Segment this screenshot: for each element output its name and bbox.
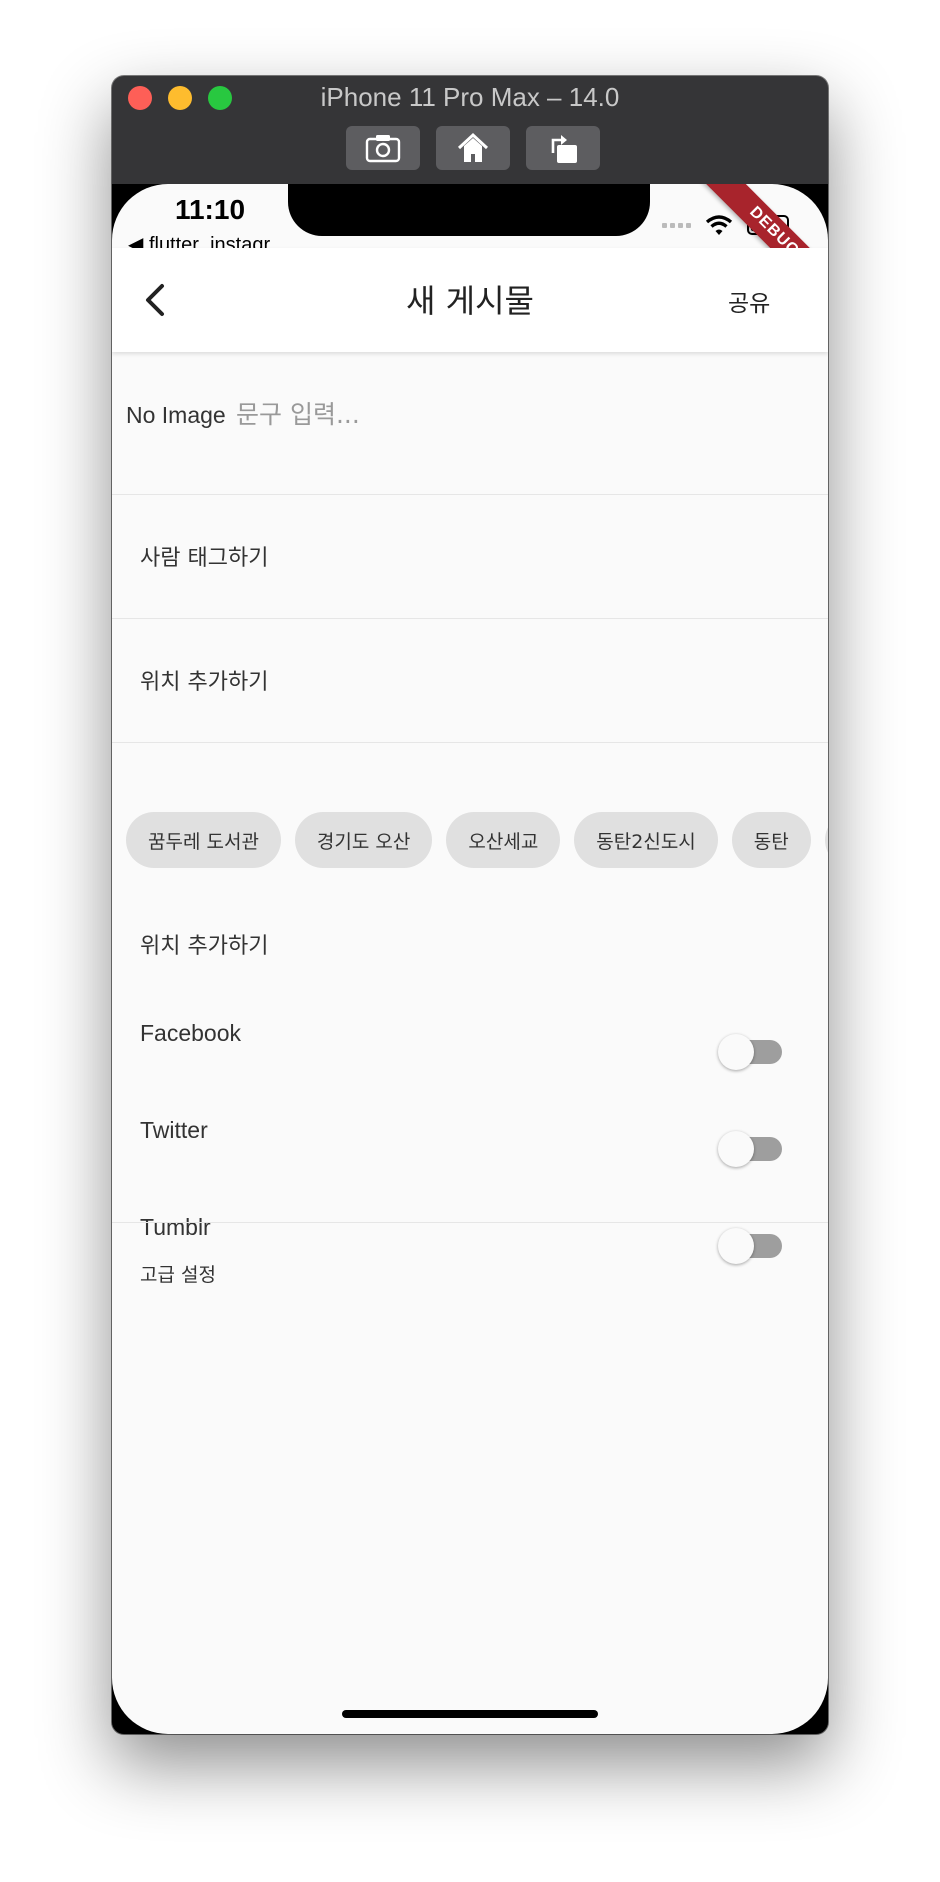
twitter-toggle[interactable] (718, 1127, 782, 1169)
advanced-settings-link[interactable]: 고급 설정 (140, 1260, 216, 1287)
page-title: 새 게시물 (406, 282, 534, 320)
home-indicator (342, 1710, 598, 1718)
divider (112, 494, 828, 495)
twitter-label: Twitter (140, 1117, 208, 1143)
share-row-tumblr: Tumblr (112, 1214, 828, 1274)
window-title: iPhone 11 Pro Max – 14.0 (320, 82, 620, 112)
title-bar: iPhone 11 Pro Max – 14.0 (112, 76, 828, 184)
tag-people-item[interactable]: 사람 태그하기 (112, 496, 828, 618)
tumblr-toggle[interactable] (718, 1224, 782, 1266)
caption-input[interactable] (236, 392, 796, 436)
location-chip[interactable]: 꿈두레 도서관 (126, 812, 281, 868)
share-button[interactable]: 공유 (728, 284, 770, 318)
divider (112, 618, 828, 619)
notch (288, 184, 650, 236)
tag-people-label: 사람 태그하기 (140, 546, 269, 571)
add-location-item[interactable]: 위치 추가하기 (112, 620, 828, 742)
divider (112, 742, 828, 743)
add-location-label: 위치 추가하기 (140, 670, 269, 695)
share-row-facebook: Facebook (112, 1020, 828, 1080)
rotate-button[interactable] (526, 126, 600, 170)
tumblr-label: Tumblr (140, 1214, 211, 1240)
location-chip[interactable]: 동탄2신도시 (574, 812, 718, 868)
home-button[interactable] (436, 126, 510, 170)
share-row-twitter: Twitter (112, 1117, 828, 1177)
screenshot-icon (365, 135, 401, 163)
location-chips: 꿈두레 도서관 경기도 오산 오산세교 동탄2신도시 동탄 (126, 812, 828, 868)
location-chip[interactable]: 경기도 오산 (294, 812, 433, 868)
phone-display: 11:10 ◀ flutter_instagr... DEBUG 새 게시물 공… (112, 184, 828, 1734)
caption-row: No Image (112, 352, 828, 494)
location-chip-partial[interactable] (824, 812, 828, 868)
location-chip[interactable]: 동탄 (731, 812, 811, 868)
cellular-signal-icon (662, 222, 691, 228)
app-bar: 새 게시물 공유 (112, 248, 828, 352)
home-icon (457, 132, 489, 162)
facebook-toggle[interactable] (718, 1030, 782, 1072)
add-location-label-secondary: 위치 추가하기 (140, 934, 269, 959)
screenshot-button[interactable] (346, 126, 420, 170)
divider (112, 1222, 828, 1223)
rotate-icon (551, 135, 577, 163)
status-time: 11:10 (174, 194, 246, 225)
facebook-label: Facebook (140, 1020, 242, 1046)
image-placeholder: No Image (126, 402, 226, 428)
simulator-window: iPhone 11 Pro Max – 14.0 11:10 ◀ flutter… (112, 76, 828, 1734)
phone-screen: 11:10 ◀ flutter_instagr... DEBUG 새 게시물 공… (112, 184, 828, 1734)
wifi-icon (705, 215, 733, 235)
location-chip[interactable]: 오산세교 (446, 812, 561, 868)
